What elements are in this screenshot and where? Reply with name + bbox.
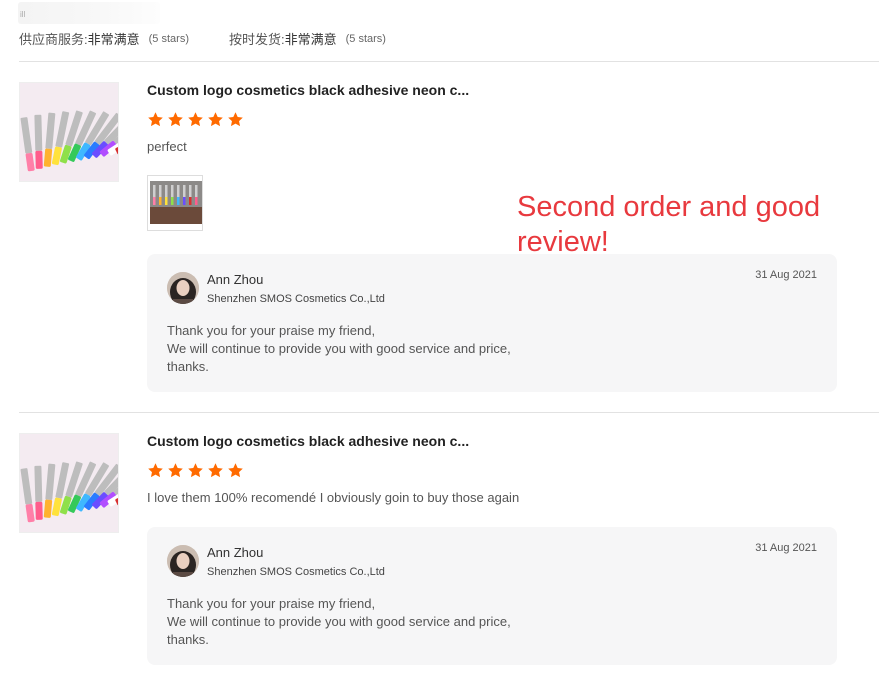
divider (19, 61, 879, 62)
product-image (20, 434, 118, 532)
star-icon (188, 112, 203, 127)
reply-line: We will continue to provide you with goo… (167, 614, 511, 629)
rating-supplier-service: 供应商服务: 非常满意 (5 stars) (19, 29, 189, 48)
star-icon (228, 463, 243, 478)
product-thumbnail[interactable] (19, 82, 119, 182)
rating-value: 非常满意 (284, 32, 337, 47)
rating-on-time-delivery: 按时发货: 非常满意 (5 stars) (229, 29, 386, 48)
rating-label: 按时发货: (228, 32, 285, 47)
annotation-line: Second order and good (517, 191, 821, 223)
avatar-image (167, 272, 199, 304)
reply-message: Thank you for your praise my friend, We … (167, 595, 511, 649)
divider (19, 412, 879, 413)
product-title[interactable]: Custom logo cosmetics black adhesive neo… (147, 433, 837, 451)
product-thumbnail[interactable] (19, 433, 119, 533)
product-image (20, 83, 118, 181)
seller-company: Shenzhen SMOS Cosmetics Co.,Ltd (207, 566, 385, 578)
seller-name: Ann Zhou (207, 545, 264, 560)
star-icon (228, 112, 243, 127)
review-comment: perfect (147, 139, 187, 154)
product-title[interactable]: Custom logo cosmetics black adhesive neo… (147, 82, 837, 100)
rating-label: 供应商服务: (19, 32, 88, 47)
star-icon (208, 112, 223, 127)
reply-line: thanks. (167, 632, 209, 647)
annotation-text: Second order and good review! (517, 190, 847, 260)
seller-company: Shenzhen SMOS Cosmetics Co.,Ltd (207, 293, 385, 305)
star-icon (188, 463, 203, 478)
avatar-image (167, 545, 199, 577)
review-comment: I love them 100% recomendé I obviously g… (147, 490, 520, 505)
rating-stars-text: (5 stars) (345, 32, 386, 45)
reply-message: Thank you for your praise my friend, We … (167, 322, 511, 376)
seller-avatar (167, 272, 199, 304)
review-photo-image (148, 176, 202, 230)
seller-avatar (167, 545, 199, 577)
rating-stars-text: (5 stars) (148, 32, 189, 45)
reply-date: 31 Aug 2021 (755, 269, 817, 281)
seller-name: Ann Zhou (207, 272, 264, 287)
store-ratings: 供应商服务: 非常满意 (5 stars) 按时发货: 非常满意 (5 star… (19, 29, 386, 48)
review-photo[interactable] (147, 175, 203, 231)
star-icon (168, 112, 183, 127)
review-rating (147, 111, 837, 129)
review-rating (147, 462, 837, 480)
review-item: Custom logo cosmetics black adhesive neo… (19, 433, 837, 665)
star-icon (148, 112, 163, 127)
rating-value: 非常满意 (87, 32, 140, 47)
reply-line: thanks. (167, 359, 209, 374)
reply-line: Thank you for your praise my friend, (167, 323, 376, 338)
seller-reply: Ann Zhou Shenzhen SMOS Cosmetics Co.,Ltd… (147, 527, 837, 665)
star-icon (148, 463, 163, 478)
reply-line: We will continue to provide you with goo… (167, 341, 511, 356)
star-icon (208, 463, 223, 478)
blurred-header: ill (18, 2, 160, 24)
star-icon (168, 463, 183, 478)
annotation-line: review! (517, 226, 609, 258)
seller-reply: Ann Zhou Shenzhen SMOS Cosmetics Co.,Ltd… (147, 254, 837, 392)
reply-line: Thank you for your praise my friend, (167, 596, 376, 611)
reply-date: 31 Aug 2021 (755, 542, 817, 554)
